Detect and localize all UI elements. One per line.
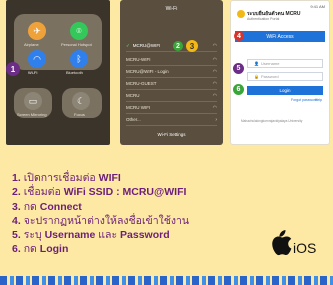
wifi-list-screenshot: Wi-Fi ✓ MCRU@WIFI ◠ MCRU-WIFI ◠ MCRU@WIFI… (120, 0, 223, 145)
wifi-icon[interactable]: ◠ (28, 50, 46, 68)
apple-logo-icon (272, 230, 292, 256)
step-keyword: Username (44, 229, 96, 242)
instruction-list: 1. เปิดการเชื่อมต่อ WIFI 2. เชื่อมต่อ Wi… (12, 171, 189, 257)
step-4-badge: 4 (234, 31, 244, 41)
wifi-row-label: Other... (126, 117, 141, 122)
instruction-step-6: 6. กด Login (12, 242, 189, 256)
step-number: 5. (12, 229, 21, 242)
wifi-row-label: MCRU (126, 93, 140, 98)
step-keyword: Login (39, 243, 69, 256)
wifi-row[interactable]: Other... › (126, 114, 217, 126)
step-1-badge: 1 (6, 62, 20, 76)
wifi-signal-icon: ◠ (212, 68, 217, 75)
step-number: 6. (12, 243, 21, 256)
instruction-step-4: 4. จะปรากฏหน้าต่างให้ลงชื่อเข้าใช้งาน (12, 214, 189, 228)
wifi-row[interactable]: MCRU@WIFI - Login ◠ (126, 66, 217, 78)
wifi-signal-icon: ◠ (212, 92, 217, 99)
step-text: กด (23, 243, 37, 256)
wifi-signal-icon: ◠ (212, 42, 217, 49)
screen-mirroring-label: Screen Mirroring (17, 112, 47, 117)
wifi-signal-icon: ◠ (212, 104, 217, 111)
wifi-signal-icon: ◠ (212, 56, 217, 63)
wifi-row[interactable]: MCRU-WIFI ◠ (126, 54, 217, 66)
password-field[interactable]: 🔒 Password (247, 72, 323, 81)
ios-text: iOS (293, 240, 317, 256)
bluetooth-label: Bluetooth (66, 70, 83, 75)
university-logo-icon (237, 10, 245, 18)
step-number: 1. (12, 172, 21, 184)
wifi-row-label: MCRU-GUEST (126, 81, 157, 86)
chevron-right-icon: › (215, 116, 217, 123)
wifi-row[interactable]: MCRU ◠ (126, 90, 217, 102)
step-keyword: Connect (39, 200, 82, 213)
step-text: จะปรากฏหน้าต่างให้ลงชื่อเข้าใช้งาน (23, 214, 190, 227)
user-icon: 👤 (254, 61, 259, 66)
portal-banner: WiFi Access (235, 31, 325, 42)
step-text: เชื่อมต่อ (23, 186, 61, 199)
step-6-badge: 6 (233, 84, 244, 95)
step-text: ระบุ (23, 229, 42, 242)
portal-subtitle: Authentication Portal (247, 17, 280, 21)
instruction-step-1: 1. เปิดการเชื่อมต่อ WIFI (12, 171, 189, 185)
wifi-row[interactable]: MCRU WIFI ◠ (126, 102, 217, 114)
step-text: เปิดการเชื่อมต่อ (23, 172, 96, 184)
wifi-row[interactable]: MCRU-GUEST ◠ (126, 78, 217, 90)
wifi-row-label: MCRU@WIFI - Login (126, 69, 169, 74)
step-number: 4. (12, 214, 21, 227)
password-placeholder: Password (260, 74, 279, 79)
username-field[interactable]: 👤 Username (247, 59, 323, 68)
instruction-step-3: 3. กด Connect (12, 200, 189, 214)
decorative-bottom-strip (0, 276, 333, 285)
username-placeholder: Username (260, 61, 280, 66)
focus-label: Focus (74, 112, 85, 117)
lock-icon: 🔒 (254, 74, 259, 79)
wifi-signal-icon: ◠ (212, 80, 217, 87)
wifi-label: Wi-Fi (28, 70, 38, 75)
hotspot-icon[interactable]: ⌾ (70, 22, 88, 40)
step-keyword: WiFi SSID : MCRU@WIFI (63, 186, 187, 199)
step-3-badge: 3 (186, 40, 198, 52)
wifi-selected-name: MCRU@WIFI (132, 43, 161, 48)
step-keyword-2: Password (120, 229, 170, 242)
login-button[interactable]: Login (247, 86, 323, 95)
control-center-screenshot: ✈ Airplane ⌾ Personal Hotspot ◠ Wi-Fi ᛒ … (6, 0, 110, 145)
instruction-step-5: 5. ระบุ Username และ Password (12, 228, 189, 242)
help-link[interactable]: Help (315, 98, 322, 102)
captive-portal-screenshot: 9:41 AM ระบบยืนยันตัวตน MCRU Authenticat… (230, 0, 330, 145)
step-5-badge: 5 (233, 63, 244, 74)
instruction-step-2: 2. เชื่อมต่อ WiFi SSID : MCRU@WIFI (12, 185, 189, 199)
wifi-title: Wi-Fi (165, 6, 178, 12)
status-bar-time: 9:41 AM (310, 4, 325, 9)
ios-logo: iOS (270, 230, 316, 256)
bluetooth-icon[interactable]: ᛒ (70, 50, 88, 68)
step-text: กด (23, 200, 37, 213)
forgot-password-link[interactable]: Forgot password (291, 98, 317, 102)
wifi-row-label: MCRU-WIFI (126, 57, 151, 62)
step-text-2: และ (98, 229, 118, 242)
wifi-selected-row[interactable]: ✓ MCRU@WIFI ◠ (126, 40, 217, 52)
wifi-settings-link[interactable]: Wi-Fi Settings (120, 132, 223, 137)
portal-footer: Mahachulalongkornrajavidyalaya Universit… (241, 119, 303, 123)
step-2-badge: 2 (173, 41, 183, 51)
step-number: 3. (12, 200, 21, 213)
airplane-icon[interactable]: ✈ (28, 22, 46, 40)
checkmark-icon: ✓ (126, 42, 130, 48)
focus-icon: ☾ (72, 92, 90, 110)
wifi-row-label: MCRU WIFI (126, 105, 151, 110)
screen-mirroring-icon: ▭ (24, 92, 42, 110)
hotspot-label: Personal Hotspot (61, 42, 92, 47)
step-keyword: WIFI (98, 172, 121, 184)
step-number: 2. (12, 186, 21, 199)
airplane-label: Airplane (24, 42, 39, 47)
